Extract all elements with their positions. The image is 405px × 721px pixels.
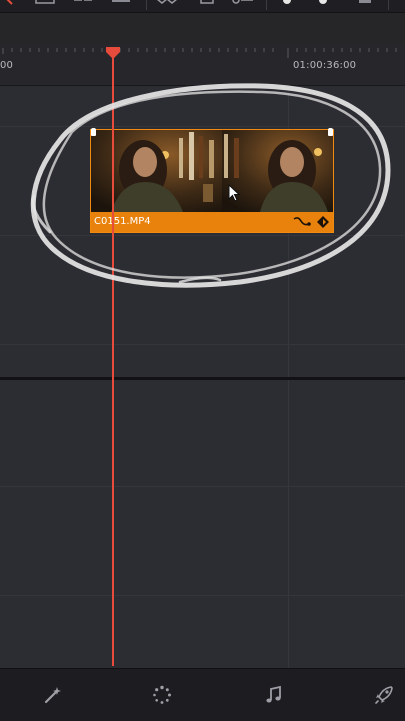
music-note-icon: [266, 685, 281, 703]
toggle-icon[interactable]: [280, 0, 294, 6]
track-separator: [0, 344, 405, 345]
curve-icon[interactable]: [293, 216, 311, 228]
top-toolbar: [0, 0, 405, 13]
nav-effects-button[interactable]: [40, 683, 64, 707]
snap-icon[interactable]: [154, 0, 180, 6]
timecode-label-left: 00: [0, 60, 14, 71]
selection-tool-icon[interactable]: [110, 0, 132, 6]
nav-render-button[interactable]: [150, 683, 174, 707]
nav-audio-button[interactable]: [262, 683, 286, 707]
keyframe-icon[interactable]: [316, 215, 330, 229]
viewer-gap: [0, 13, 405, 44]
loading-dots-icon: [153, 685, 171, 704]
track-separator: [0, 486, 405, 487]
mouse-cursor-icon: [228, 184, 241, 202]
magic-wand-icon: [44, 687, 61, 704]
timecode-label-right: 01:00:36:00: [293, 60, 357, 71]
video-clip[interactable]: C0151.MP4: [90, 128, 334, 233]
arrow-icon[interactable]: [4, 0, 18, 6]
playhead-line[interactable]: [112, 54, 114, 666]
settings-icon[interactable]: [356, 0, 374, 6]
clip-label-bar[interactable]: C0151.MP4: [91, 212, 333, 232]
playhead-handle-icon[interactable]: [105, 46, 121, 60]
trim-tool-icon[interactable]: [34, 0, 56, 6]
nav-deliver-button[interactable]: [372, 683, 396, 707]
track-separator: [0, 235, 405, 236]
track-separator: [0, 126, 405, 127]
toolbar-separator: [266, 0, 267, 10]
blade-tool-icon[interactable]: [72, 0, 94, 6]
rocket-icon: [375, 686, 393, 704]
track-separator: [0, 595, 405, 596]
toggle-icon[interactable]: [316, 0, 330, 6]
bottom-nav-bar: [0, 668, 405, 721]
clip-thumbnail: [91, 130, 222, 212]
toolbar-separator: [388, 0, 389, 10]
link-icon[interactable]: [198, 0, 216, 6]
toolbar-separator: [146, 0, 147, 10]
clip-trim-handle-right[interactable]: [328, 128, 333, 136]
video-audio-divider[interactable]: [0, 377, 405, 380]
clip-trim-handle-left[interactable]: [91, 128, 96, 136]
clip-name: C0151.MP4: [94, 216, 151, 227]
timecode-ruler[interactable]: 00 01:00:36:00: [0, 44, 405, 86]
position-lock-icon[interactable]: [226, 0, 256, 6]
